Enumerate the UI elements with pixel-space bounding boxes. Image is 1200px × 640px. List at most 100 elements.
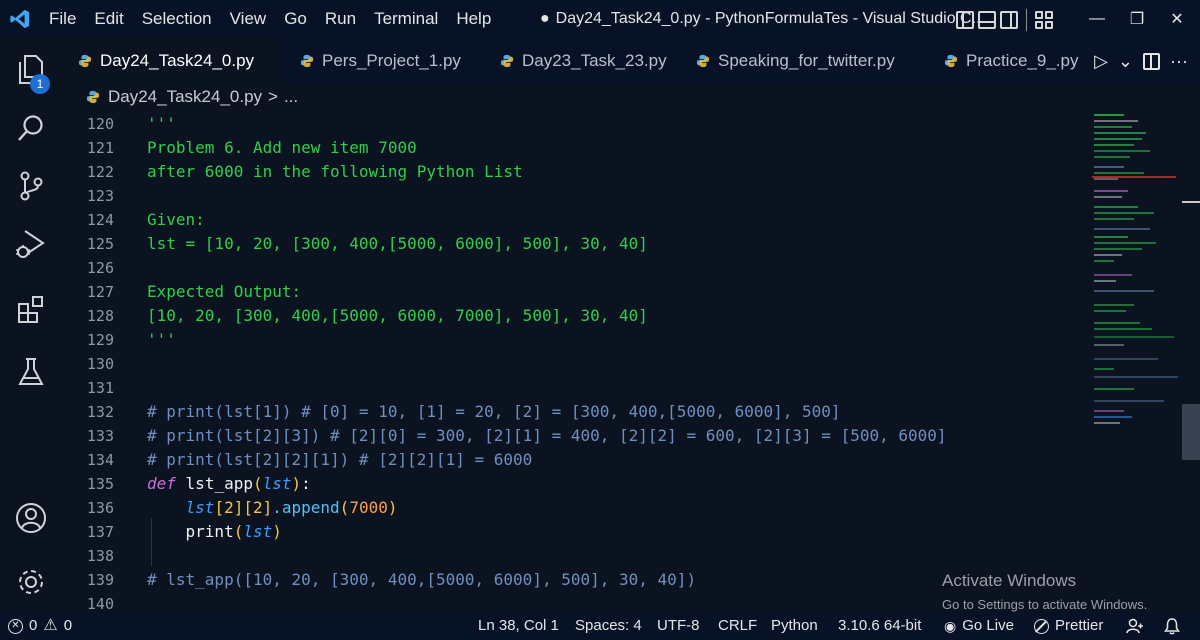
account-icon[interactable] [0,490,62,546]
language-mode[interactable]: Python [771,612,818,640]
code-line: 136 lst[2][2].append(7000) [62,496,1092,520]
line-number: 120 [86,115,114,133]
toggle-primary-sidebar-icon[interactable] [956,11,974,29]
indentation-status[interactable]: Spaces: 4 [575,612,642,640]
breadcrumb-symbols[interactable]: ... [284,87,298,107]
line-number: 131 [86,379,114,397]
line-number: 137 [86,523,114,541]
tab-day23-task23[interactable]: Day23_Task_23.py [484,38,680,84]
prettier-disabled-icon [1034,618,1049,634]
go-live-label: Go Live [962,617,1014,634]
code-line: 123 [62,184,1092,208]
code-line: 122 after 6000 in the following Python Li… [62,160,1092,184]
code-line: 139 # lst_app([10, 20, [300, 400,[5000, 6… [62,568,1092,592]
go-live-button[interactable]: ◉ Go Live [944,612,1014,640]
number-literal: 7000 [349,498,388,517]
problems-status[interactable]: ✕ 0 ⚠ 0 [8,612,72,640]
window-title-text: Day24_Task24_0.py - PythonFormulaTes - V… [555,10,985,27]
notifications-bell-icon[interactable] [1164,612,1180,640]
status-bar: ✕ 0 ⚠ 0 Ln 38, Col 1 Spaces: 4 UTF-8 CRL… [0,612,1200,640]
toggle-panel-icon[interactable] [978,11,996,29]
menu-selection[interactable]: Selection [133,0,221,38]
menu-file[interactable]: File [40,0,85,38]
eol-status[interactable]: CRLF [718,612,757,640]
parameter: lst [243,522,273,541]
run-dropdown-chevron-icon[interactable]: ⌄ [1118,51,1133,72]
tab-label: Practice_9_.py [966,51,1079,70]
python-file-icon [78,54,92,68]
code-line: 121 Problem 6. Add new item 7000 [62,136,1092,160]
encoding-status[interactable]: UTF-8 [657,612,700,640]
code-line: 129 ''' [62,328,1092,352]
tab-day24-task24[interactable]: Day24_Task24_0.py [62,38,284,84]
menu-terminal[interactable]: Terminal [365,0,447,38]
toggle-secondary-sidebar-icon[interactable] [1000,11,1018,29]
python-file-icon [500,54,514,68]
line-number: 128 [86,307,114,325]
code-line: 126 [62,256,1092,280]
tab-pers-project[interactable]: Pers_Project_1.py [284,38,484,84]
breadcrumb-separator: > [268,87,278,106]
line-text: [10, 20, [300, 400,[5000, 6000, 7000], 5… [147,306,648,325]
extensions-icon[interactable] [0,282,62,338]
index-brackets: [2][2] [214,498,273,517]
menu-bar: File Edit Selection View Go Run Terminal… [40,0,500,38]
search-icon[interactable] [0,100,62,156]
code-editor[interactable]: 120 ''' 121 Problem 6. Add new item 7000 1… [62,110,1092,612]
customize-layout-icon[interactable] [1035,11,1053,29]
tab-practice-9[interactable]: Practice_9_.py [928,38,1078,84]
open-paren: ( [339,498,350,517]
tab-speaking-for-twitter[interactable]: Speaking_for_twitter.py [680,38,928,84]
explorer-icon[interactable]: 1 [0,42,62,98]
run-python-file-icon[interactable]: ▷ [1094,51,1108,72]
minimap[interactable] [1092,110,1178,612]
line-text: ''' [147,330,176,349]
source-control-icon[interactable] [0,158,62,214]
settings-icon[interactable] [0,554,62,610]
line-number: 121 [86,139,114,157]
line-text: Given: [147,210,205,229]
line-number: 126 [86,259,114,277]
code-line: 132 # print(lst[1]) # [0] = 10, [1] = 20,… [62,400,1092,424]
cursor-position[interactable]: Ln 38, Col 1 [478,612,559,640]
breadcrumb-file[interactable]: Day24_Task24_0.py [108,87,262,107]
tab-label: Speaking_for_twitter.py [718,51,895,70]
line-text: after 6000 in the following Python List [147,162,523,181]
code-line: 140 [62,592,1092,612]
menu-go[interactable]: Go [275,0,316,38]
line-number: 123 [86,187,114,205]
open-paren: ( [252,474,263,493]
tab-label: Day24_Task24_0.py [100,51,255,70]
accounts-feedback-icon[interactable] [1126,612,1144,640]
prettier-button[interactable]: Prettier [1034,612,1103,640]
line-number: 135 [86,475,114,493]
scrollbar-thumb[interactable] [1182,404,1200,460]
line-text: print(lst) [147,520,282,544]
more-actions-icon[interactable]: ··· [1170,51,1188,72]
code-line: 128 [10, 20, [300, 400,[5000, 6000, 7000]… [62,304,1092,328]
layout-divider [1026,9,1027,31]
line-number: 132 [86,403,114,421]
line-number: 134 [86,451,114,469]
line-text: def lst_app(lst): [147,472,311,496]
line-text: Problem 6. Add new item 7000 [147,138,417,157]
menu-run[interactable]: Run [316,0,365,38]
menu-view[interactable]: View [221,0,276,38]
scrollbar-position-marker [1182,201,1200,203]
line-text: ''' [147,114,176,133]
prettier-label: Prettier [1055,617,1104,634]
python-interpreter[interactable]: 3.10.6 64-bit [838,612,921,640]
code-line: 138 [62,544,1092,568]
menu-help[interactable]: Help [447,0,500,38]
menu-edit[interactable]: Edit [85,0,132,38]
tab-label: Day23_Task_23.py [522,51,667,70]
testing-icon[interactable] [0,344,62,400]
run-debug-icon[interactable] [0,216,62,272]
line-text: # lst_app([10, 20, [300, 400,[5000, 6000… [147,570,697,589]
close-button[interactable]: ✕ [1154,0,1200,38]
split-editor-icon[interactable] [1143,52,1161,70]
tab-label: Pers_Project_1.py [322,51,461,70]
vertical-scrollbar[interactable] [1182,110,1200,612]
line-text: # print(lst[2][2][1]) # [2][2][1] = 6000 [147,450,533,469]
python-file-icon [696,54,710,68]
